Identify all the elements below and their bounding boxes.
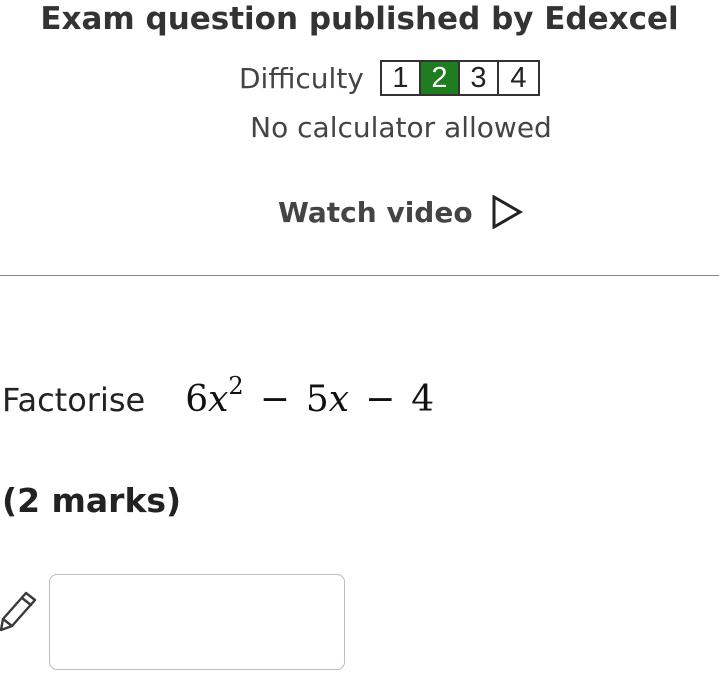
operator-2: − [365,379,396,420]
marks-label: (2 marks) [2,481,182,520]
math-expression: 6x2−5x −4 [185,372,435,420]
operator-1: − [259,379,290,420]
term2-coefficient: 5 [305,379,329,420]
term1-variable: x [208,379,229,420]
difficulty-level-1: 1 [382,62,421,94]
difficulty-label: Difficulty [239,61,364,95]
term3-constant: 4 [411,379,435,420]
term2-variable: x [328,379,350,420]
difficulty-level-4: 4 [510,61,527,94]
question-instruction: Factorise [2,381,146,419]
pencil-icon [0,591,37,632]
difficulty-indicator: Difficulty 1 2 3 4 [239,58,540,98]
watch-video-button[interactable]: Watch video [278,190,523,234]
term1-coefficient: 6 [185,379,209,420]
section-divider [0,275,719,276]
watch-video-label: Watch video [278,195,473,229]
difficulty-level-3: 3 [460,62,499,94]
exam-title: Exam question published by Edexcel [40,1,679,37]
term1-exponent: 2 [228,372,244,400]
answer-input[interactable] [49,574,345,670]
question-text: Factorise 6x2−5x −4 [2,372,435,420]
play-triangle-icon [492,195,523,229]
difficulty-level-2: 2 [420,62,460,94]
difficulty-boxes: 1 2 3 4 [379,60,540,96]
calculator-note: No calculator allowed [250,111,552,144]
